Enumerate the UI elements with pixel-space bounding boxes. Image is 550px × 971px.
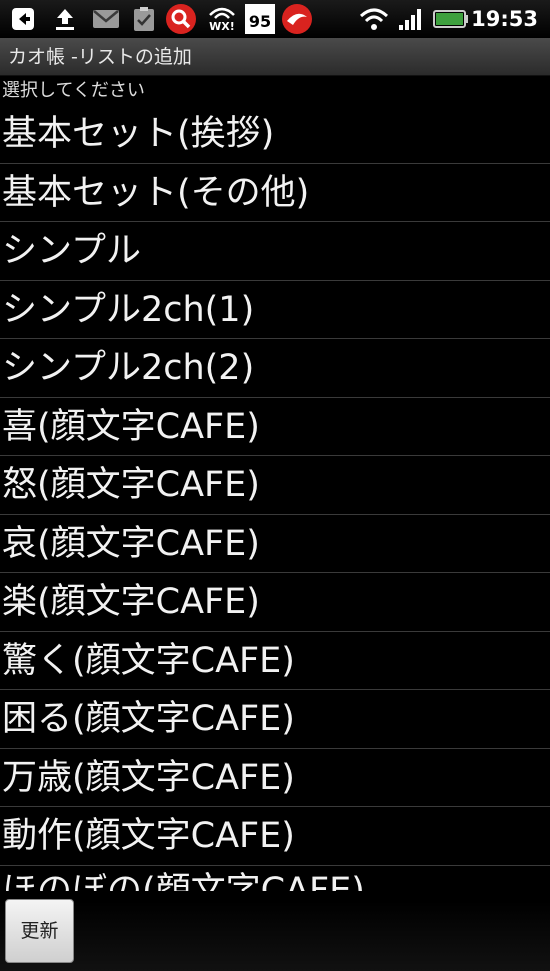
list-item[interactable]: 基本セット(その他) (0, 164, 550, 222)
back-notification-icon[interactable] (8, 4, 38, 34)
clock: 19:53 (471, 7, 538, 31)
title-bar: カオ帳 -リストの追加 (0, 38, 550, 76)
signal-icon (396, 4, 426, 34)
refresh-button[interactable]: 更新 (5, 899, 74, 963)
prompt-text: 選択してください (2, 80, 145, 101)
list-item[interactable]: 動作(顔文字CAFE) (0, 807, 550, 866)
wifi-icon (358, 4, 390, 34)
battery-icon (432, 4, 470, 34)
list-item[interactable]: 困る(顔文字CAFE) (0, 690, 550, 749)
status-bar: WX! 95 19:53 (0, 0, 550, 38)
list-item[interactable]: 驚く(顔文字CAFE) (0, 632, 550, 690)
weather-wifi-icon[interactable]: WX! (204, 4, 240, 34)
weather-label: WX! (209, 20, 235, 33)
calendar-badge-number: 95 (245, 4, 275, 34)
list-item[interactable]: 怒(顔文字CAFE) (0, 456, 550, 515)
bottom-bar: 更新 (0, 891, 550, 971)
window-title: カオ帳 -リストの追加 (8, 46, 192, 68)
trend-micro-icon[interactable] (280, 4, 314, 34)
gmail-icon[interactable] (90, 4, 122, 34)
list-item[interactable]: 基本セット(挨拶) (0, 105, 550, 164)
search-app-icon[interactable] (164, 4, 198, 34)
list-item[interactable]: シンプル (0, 222, 550, 281)
clipboard-check-icon[interactable] (130, 4, 158, 34)
list-item[interactable]: 楽(顔文字CAFE) (0, 573, 550, 632)
upload-icon[interactable] (50, 4, 80, 34)
list-item[interactable]: シンプル2ch(1) (0, 281, 550, 339)
list-item[interactable]: シンプル2ch(2) (0, 339, 550, 398)
list-item[interactable]: 哀(顔文字CAFE) (0, 515, 550, 573)
list-item[interactable]: ほのぼの(顔文字CAFE) (0, 866, 550, 892)
list-item[interactable]: 喜(顔文字CAFE) (0, 398, 550, 456)
set-list[interactable]: 基本セット(挨拶) 基本セット(その他) シンプル シンプル2ch(1) シンプ… (0, 105, 550, 891)
list-item[interactable]: 万歳(顔文字CAFE) (0, 749, 550, 807)
calendar-badge-icon[interactable]: 95 (244, 4, 276, 34)
screen: WX! 95 19:53 カオ帳 -リストの追加 選択してください 基本セット(… (0, 0, 550, 971)
